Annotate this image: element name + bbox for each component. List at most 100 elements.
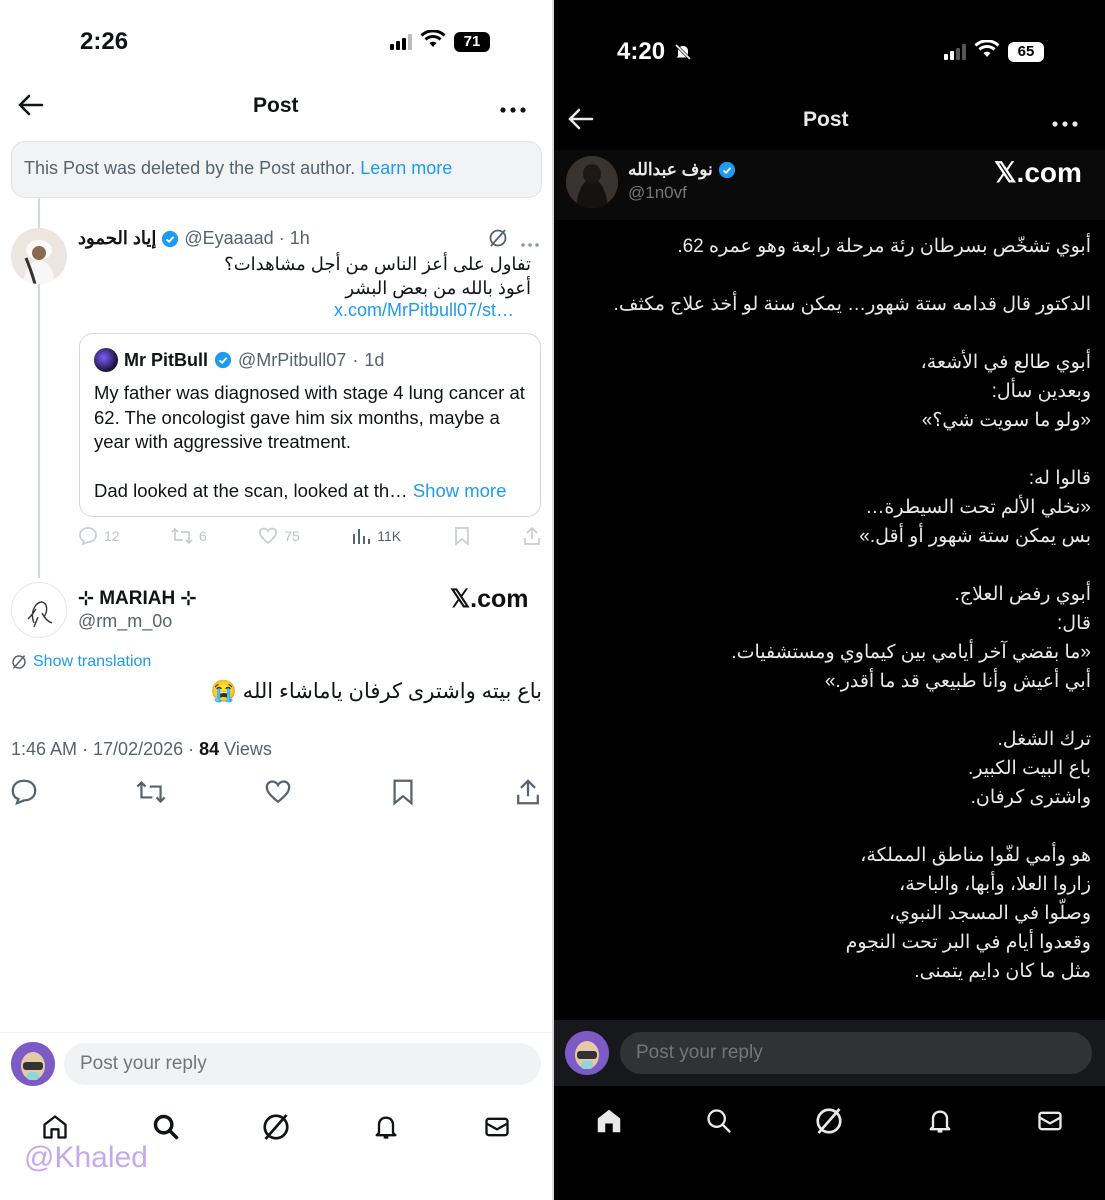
body-line: قال:	[1057, 613, 1091, 634]
post-actions	[10, 778, 542, 811]
bookmark-metric[interactable]	[453, 526, 471, 546]
heart-icon	[265, 780, 291, 804]
signal-icon	[390, 33, 412, 50]
timestamp-text: 1:46 AM · 17/02/2026 ·	[11, 739, 200, 759]
body-line: أبوي تشخّص بسرطان رئة مرحلة رابعة وهو عم…	[677, 236, 1091, 257]
bookmark-icon	[393, 779, 413, 806]
more-icon[interactable]	[520, 235, 540, 253]
tab-home[interactable]	[589, 1101, 629, 1141]
tab-search[interactable]	[146, 1107, 186, 1147]
body-line	[554, 261, 1091, 290]
repost-metric[interactable]: 6	[171, 526, 207, 546]
views-label: Views	[219, 739, 272, 759]
bell-icon	[375, 1116, 397, 1139]
quoted-post[interactable]: Mr PitBull @MrPitbull07 · 1d My father w…	[79, 333, 541, 517]
quote-header: Mr PitBull @MrPitbull07 · 1d	[94, 348, 526, 372]
wifi-icon	[974, 39, 1000, 63]
avatar[interactable]	[566, 156, 618, 208]
battery-icon: 71	[454, 31, 490, 52]
analytics-icon	[353, 529, 371, 544]
reply-metric[interactable]: 12	[78, 526, 120, 546]
avatar[interactable]	[11, 582, 67, 638]
avatar[interactable]	[11, 228, 67, 284]
x-watermark: 𝕏.com	[994, 157, 1082, 188]
battery-level: 65	[1017, 43, 1035, 60]
deleted-post-notice: This Post was deleted by the Post author…	[11, 141, 542, 198]
reply-post-header: إياد الحمود @Eyaaaad · 1h	[78, 228, 310, 249]
reply-icon	[11, 779, 37, 806]
body-line	[554, 986, 1091, 1015]
battery-icon: 65	[1008, 41, 1044, 62]
like-metric[interactable]: 75	[258, 526, 300, 546]
verified-badge-icon	[214, 351, 232, 369]
like-button[interactable]	[264, 778, 292, 811]
mail-icon	[485, 1117, 509, 1137]
author-name[interactable]: إياد الحمود	[78, 228, 156, 249]
body-line: أبوي طالع في الأشعة،	[920, 352, 1091, 373]
verified-badge-icon	[718, 161, 735, 179]
reply-button[interactable]	[10, 778, 38, 811]
reply-line-2: أعوذ بالله من بعض البشر	[345, 278, 531, 298]
credit-watermark: @Khaled	[24, 1141, 148, 1174]
tab-messages[interactable]	[477, 1107, 517, 1147]
body-line: ترك الشغل.	[997, 729, 1091, 750]
avatar[interactable]	[11, 1042, 55, 1086]
author-name[interactable]: نوف عبدالله	[628, 160, 713, 180]
share-button[interactable]	[514, 778, 542, 811]
status-icons: 71	[390, 29, 490, 53]
grok-icon	[12, 655, 26, 669]
body-line	[554, 696, 1091, 725]
page-title: Post	[803, 108, 849, 131]
repost-button[interactable]	[136, 778, 166, 811]
more-options-icon[interactable]	[500, 101, 526, 119]
reply-count: 12	[104, 528, 120, 544]
repost-icon	[136, 780, 166, 804]
views-count: 11K	[377, 528, 402, 544]
status-icons: 65	[944, 39, 1044, 63]
show-more-link[interactable]: Show more	[413, 480, 507, 501]
grok-icon[interactable]	[488, 228, 508, 253]
repost-count: 6	[199, 528, 207, 544]
home-icon	[43, 1115, 67, 1139]
main-author-name[interactable]: ⊹ MARIAH ⊹	[78, 587, 196, 610]
body-line: وصلّوا في المسجد النبوي،	[888, 903, 1091, 924]
mail-icon	[1038, 1111, 1062, 1131]
search-icon	[707, 1109, 731, 1133]
body-line: باع البيت الكبير.	[968, 758, 1091, 779]
quote-author-name: Mr PitBull	[124, 349, 208, 370]
avatar[interactable]	[565, 1031, 609, 1075]
show-translation[interactable]: Show translation	[11, 653, 151, 671]
avatar	[94, 348, 118, 372]
share-icon	[517, 779, 539, 805]
dot-separator: ·	[278, 228, 285, 248]
verified-badge-icon	[162, 230, 179, 247]
grok-icon	[816, 1108, 843, 1134]
tab-messages[interactable]	[1030, 1101, 1070, 1141]
views-metric[interactable]: 11K	[351, 526, 401, 546]
grok-icon	[263, 1114, 289, 1140]
tab-grok[interactable]	[256, 1107, 296, 1147]
bookmark-button[interactable]	[390, 778, 416, 811]
author-name-row: نوف عبدالله	[628, 160, 736, 180]
post-link[interactable]: x.com/MrPitbull07/st…	[334, 300, 514, 321]
tab-notifications[interactable]	[366, 1107, 406, 1147]
body-line: أبوي رفض العلاج.	[954, 584, 1091, 605]
back-arrow-icon[interactable]	[18, 94, 44, 121]
learn-more-link[interactable]: Learn more	[360, 158, 452, 178]
share-metric[interactable]	[522, 526, 542, 546]
body-line: مثل ما كان دايم يتمنى.	[914, 961, 1091, 982]
x-watermark: 𝕏.com	[450, 585, 529, 613]
share-icon	[524, 526, 540, 545]
reply-input[interactable]	[64, 1043, 541, 1085]
reply-input[interactable]	[620, 1032, 1092, 1074]
tab-search[interactable]	[699, 1101, 739, 1141]
tab-notifications[interactable]	[920, 1101, 960, 1141]
page-title: Post	[253, 94, 299, 117]
dot-separator: ·	[352, 349, 359, 370]
back-arrow-icon[interactable]	[568, 108, 594, 135]
show-translation-link[interactable]: Show translation	[33, 653, 151, 671]
home-icon	[597, 1109, 621, 1133]
more-options-icon[interactable]	[1052, 115, 1078, 133]
tab-grok[interactable]	[809, 1101, 849, 1141]
body-line: بس يمكن ستة شهور أو أقل.»	[859, 526, 1091, 547]
